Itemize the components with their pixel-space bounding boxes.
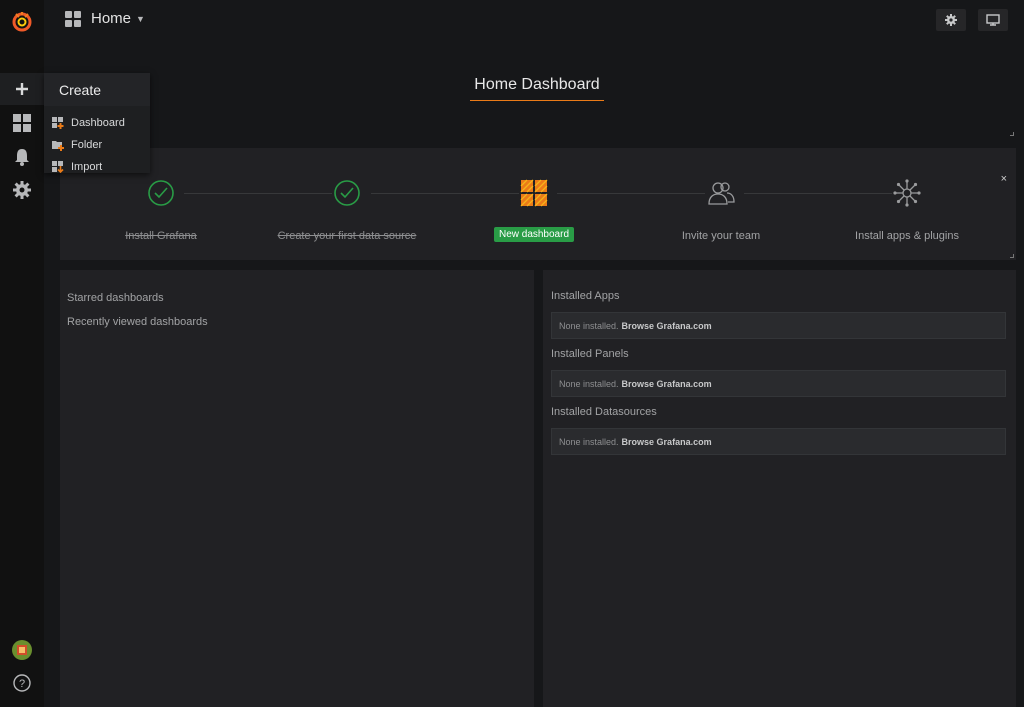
- panel-resize-handle[interactable]: [1010, 132, 1014, 136]
- dashboard-picker[interactable]: Home ▼: [65, 10, 145, 27]
- create-menu: Create Dashboard Folder Import: [44, 73, 150, 174]
- installed-panels-title: Installed Panels: [551, 348, 629, 360]
- plugin-list-panel: Installed Apps None installed. Browse Gr…: [543, 270, 1016, 707]
- step-new-dashboard[interactable]: New dashboard: [439, 178, 629, 242]
- none-installed-text: None installed.: [559, 378, 619, 389]
- new-dashboard-badge[interactable]: New dashboard: [493, 227, 575, 242]
- browse-grafana-link[interactable]: Browse Grafana.com: [622, 437, 712, 447]
- step-install-plugins[interactable]: Install apps & plugins: [812, 178, 1002, 242]
- create-menu-header[interactable]: Create: [44, 73, 150, 106]
- view-mode-button[interactable]: [978, 9, 1008, 31]
- configuration-gear-icon[interactable]: [0, 174, 44, 206]
- none-installed-text: None installed.: [559, 320, 619, 331]
- recent-dashboards-header: Recently viewed dashboards: [67, 316, 208, 328]
- dashboards-grid-icon[interactable]: [0, 107, 44, 139]
- dashboard-picker-label: Home: [91, 10, 132, 27]
- installed-apps-title: Installed Apps: [551, 290, 620, 302]
- none-installed-text: None installed.: [559, 436, 619, 447]
- create-dashboard-label: Dashboard: [71, 117, 125, 129]
- monitor-icon: [986, 14, 1000, 26]
- step-label: Invite your team: [681, 230, 761, 242]
- sidebar: ?: [0, 0, 44, 707]
- create-dashboard-item[interactable]: Dashboard: [44, 112, 150, 134]
- help-icon[interactable]: ?: [0, 667, 44, 699]
- browse-grafana-link[interactable]: Browse Grafana.com: [622, 379, 712, 389]
- grafana-logo-icon[interactable]: [0, 4, 44, 38]
- step-label: Create your first data source: [277, 230, 417, 242]
- user-avatar[interactable]: [0, 634, 44, 666]
- users-icon: [626, 178, 816, 208]
- dashlist-panel: Starred dashboards Recently viewed dashb…: [60, 270, 534, 707]
- create-folder-label: Folder: [71, 139, 103, 151]
- installed-apps-box: None installed. Browse Grafana.com: [551, 312, 1006, 339]
- browse-grafana-link[interactable]: Browse Grafana.com: [622, 321, 712, 331]
- alerting-bell-icon[interactable]: [0, 141, 44, 173]
- dashboard-icon: [439, 178, 629, 208]
- import-icon: [52, 161, 64, 174]
- check-circle-icon: [66, 178, 256, 208]
- dashboard-plus-icon: [52, 117, 64, 129]
- installed-datasources-title: Installed Datasources: [551, 406, 657, 418]
- create-plus-icon[interactable]: [0, 73, 44, 105]
- starred-dashboards-header: Starred dashboards: [67, 292, 164, 304]
- step-create-data-source[interactable]: Create your first data source: [252, 178, 442, 242]
- dashboard-title: Home Dashboard: [470, 76, 604, 101]
- svg-text:?: ?: [19, 678, 25, 690]
- create-import-item[interactable]: Import: [44, 156, 150, 178]
- dashboard-settings-button[interactable]: [936, 9, 966, 31]
- panel-resize-handle[interactable]: [1010, 254, 1014, 258]
- installed-panels-box: None installed. Browse Grafana.com: [551, 370, 1006, 397]
- chevron-down-icon: ▼: [136, 13, 145, 24]
- step-label: Install Grafana: [125, 230, 197, 242]
- installed-datasources-box: None installed. Browse Grafana.com: [551, 428, 1006, 455]
- gear-icon: [945, 14, 957, 26]
- check-circle-icon: [252, 178, 442, 208]
- step-install-grafana[interactable]: Install Grafana: [66, 178, 256, 242]
- close-icon[interactable]: ×: [1001, 173, 1007, 185]
- dashboard-grid-icon: [65, 10, 81, 27]
- getting-started-panel: Install Grafana Create your first data s…: [60, 148, 1016, 260]
- top-navbar: Home ▼: [44, 0, 1024, 40]
- folder-plus-icon: [52, 139, 64, 151]
- create-import-label: Import: [71, 161, 103, 173]
- step-invite-team[interactable]: Invite your team: [626, 178, 816, 242]
- create-folder-item[interactable]: Folder: [44, 134, 150, 156]
- step-label: Install apps & plugins: [855, 230, 959, 242]
- plugins-icon: [812, 178, 1002, 208]
